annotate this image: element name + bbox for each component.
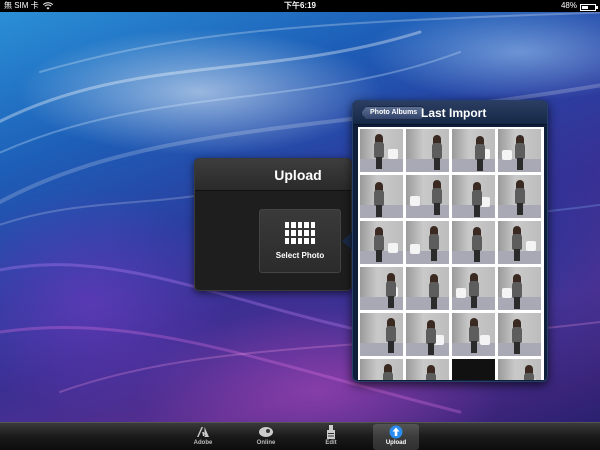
battery-icon bbox=[580, 3, 598, 11]
photo-thumbnail[interactable] bbox=[360, 221, 403, 264]
photo-thumbnail[interactable] bbox=[498, 129, 541, 172]
photo-thumbnail[interactable] bbox=[406, 129, 449, 172]
status-right: 48% bbox=[560, 0, 598, 12]
albums-header: Photo Albums Last Import bbox=[353, 101, 547, 125]
upload-icon bbox=[373, 424, 419, 439]
battery-percent: 48% bbox=[560, 1, 577, 10]
tab-upload[interactable]: Upload bbox=[373, 424, 419, 450]
photo-thumbnail[interactable] bbox=[406, 313, 449, 356]
photo-thumbnail[interactable] bbox=[360, 175, 403, 218]
photo-thumbnail[interactable] bbox=[498, 313, 541, 356]
tab-adobe-label: Adobe bbox=[193, 440, 213, 446]
online-icon bbox=[243, 424, 289, 439]
tab-edit[interactable]: Edit bbox=[308, 424, 354, 450]
photo-thumbnail[interactable] bbox=[498, 175, 541, 218]
photo-thumbnail[interactable] bbox=[452, 313, 495, 356]
tab-bar: Adobe Online Edit Upload bbox=[0, 422, 600, 450]
tab-edit-label: Edit bbox=[325, 440, 337, 446]
select-photo-label: Select Photo bbox=[275, 251, 325, 260]
photo-albums-popover: Photo Albums Last Import bbox=[352, 100, 548, 382]
select-photo-button[interactable]: Select Photo bbox=[259, 209, 341, 273]
albums-title: Last Import bbox=[421, 106, 487, 120]
photo-grid-icon bbox=[285, 222, 315, 244]
photo-thumbnail[interactable] bbox=[360, 267, 403, 310]
tab-online[interactable]: Online bbox=[243, 424, 289, 450]
photo-thumbnail[interactable] bbox=[360, 313, 403, 356]
photo-thumbnail[interactable] bbox=[360, 129, 403, 172]
photo-albums-back-button[interactable]: Photo Albums bbox=[361, 106, 425, 120]
tab-online-label: Online bbox=[256, 440, 276, 446]
upload-title: Upload bbox=[195, 159, 351, 191]
status-bar: 無 SIM 卡 下午6:19 48% bbox=[0, 0, 600, 12]
photo-thumbnail[interactable] bbox=[406, 221, 449, 264]
tab-upload-label: Upload bbox=[385, 440, 407, 446]
popover-arrow bbox=[342, 232, 352, 250]
battery-fill bbox=[582, 5, 588, 9]
photo-thumbnail[interactable] bbox=[498, 221, 541, 264]
photo-thumbnail[interactable] bbox=[406, 359, 449, 380]
photo-thumbnail[interactable] bbox=[406, 267, 449, 310]
photo-thumbnail[interactable] bbox=[498, 359, 541, 380]
photo-thumbnail[interactable] bbox=[406, 175, 449, 218]
photo-thumbnail[interactable] bbox=[452, 129, 495, 172]
edit-icon bbox=[308, 424, 354, 439]
tab-adobe[interactable]: Adobe bbox=[180, 424, 226, 450]
photo-thumbnail[interactable] bbox=[498, 267, 541, 310]
status-time: 下午6:19 bbox=[283, 1, 316, 10]
photo-thumbnail[interactable] bbox=[452, 221, 495, 264]
photo-thumbnail[interactable] bbox=[452, 267, 495, 310]
photo-thumbnail[interactable] bbox=[360, 359, 403, 380]
photo-thumbnail[interactable] bbox=[452, 359, 495, 380]
adobe-icon bbox=[180, 424, 226, 439]
upload-panel: Upload Select Photo bbox=[194, 158, 352, 291]
photo-thumbnail[interactable] bbox=[452, 175, 495, 218]
thumbnail-grid[interactable] bbox=[358, 127, 544, 380]
